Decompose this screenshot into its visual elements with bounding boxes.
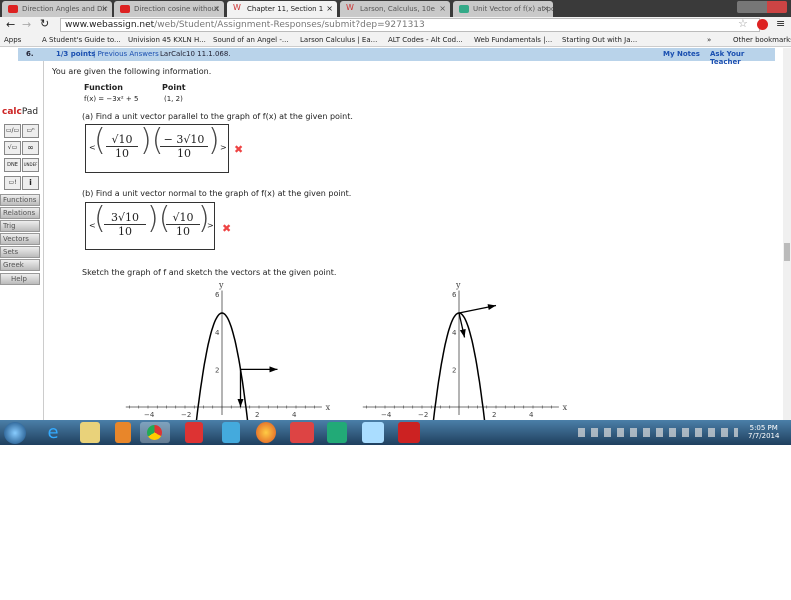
y-tick-label: 2 [215,366,219,374]
x-tick-label: 2 [255,411,259,419]
media-player-icon[interactable] [115,422,131,443]
arrowhead [487,304,496,311]
scrollbar[interactable] [783,48,791,420]
arrowhead [237,399,244,407]
y-tick-label: 4 [452,329,457,337]
arrowhead [269,366,278,373]
system-tray-icons[interactable] [578,428,738,437]
firefox-icon[interactable] [256,422,276,443]
x-tick-label: 2 [492,411,496,419]
y-axis-label: y [218,281,224,290]
scroll-thumb[interactable] [784,243,790,261]
x-tick-label: −2 [181,411,191,419]
taskbar: e 5:05 PM 7/7/2014 [0,420,791,445]
excel-icon[interactable] [327,422,347,443]
powerpoint-icon[interactable] [290,422,314,443]
x-tick-label: −2 [418,411,428,419]
y-tick-label: 4 [215,329,220,337]
chrome-icon[interactable] [140,422,170,443]
graphs: −4 −2 2 4 2 4 6 x y −4 −2 2 4 2 4 6 x y [125,281,568,420]
clock[interactable]: 5:05 PM 7/7/2014 [748,424,779,440]
app-icon[interactable] [362,422,384,443]
ie-icon[interactable]: e [38,422,68,443]
graph-option-1[interactable]: −4 −2 2 4 2 4 6 x y [125,281,331,420]
y-tick-label: 6 [452,291,457,299]
y-axis-label: y [455,281,461,290]
x-tick-label: −4 [381,411,392,419]
x-tick-label: 4 [292,411,297,419]
app-icon[interactable] [222,422,240,443]
acrobat-icon[interactable] [398,422,420,443]
graph-option-2[interactable]: −4 −2 2 4 2 4 6 x y [362,281,568,420]
x-axis-label: x [326,403,331,412]
app-icon[interactable] [185,422,203,443]
x-tick-label: 4 [529,411,534,419]
explorer-icon[interactable] [80,422,100,443]
x-tick-label: −4 [144,411,155,419]
y-tick-label: 6 [215,291,220,299]
y-tick-label: 2 [452,366,456,374]
x-axis-label: x [563,403,568,412]
start-button[interactable] [4,422,26,444]
function-curve [432,312,486,420]
